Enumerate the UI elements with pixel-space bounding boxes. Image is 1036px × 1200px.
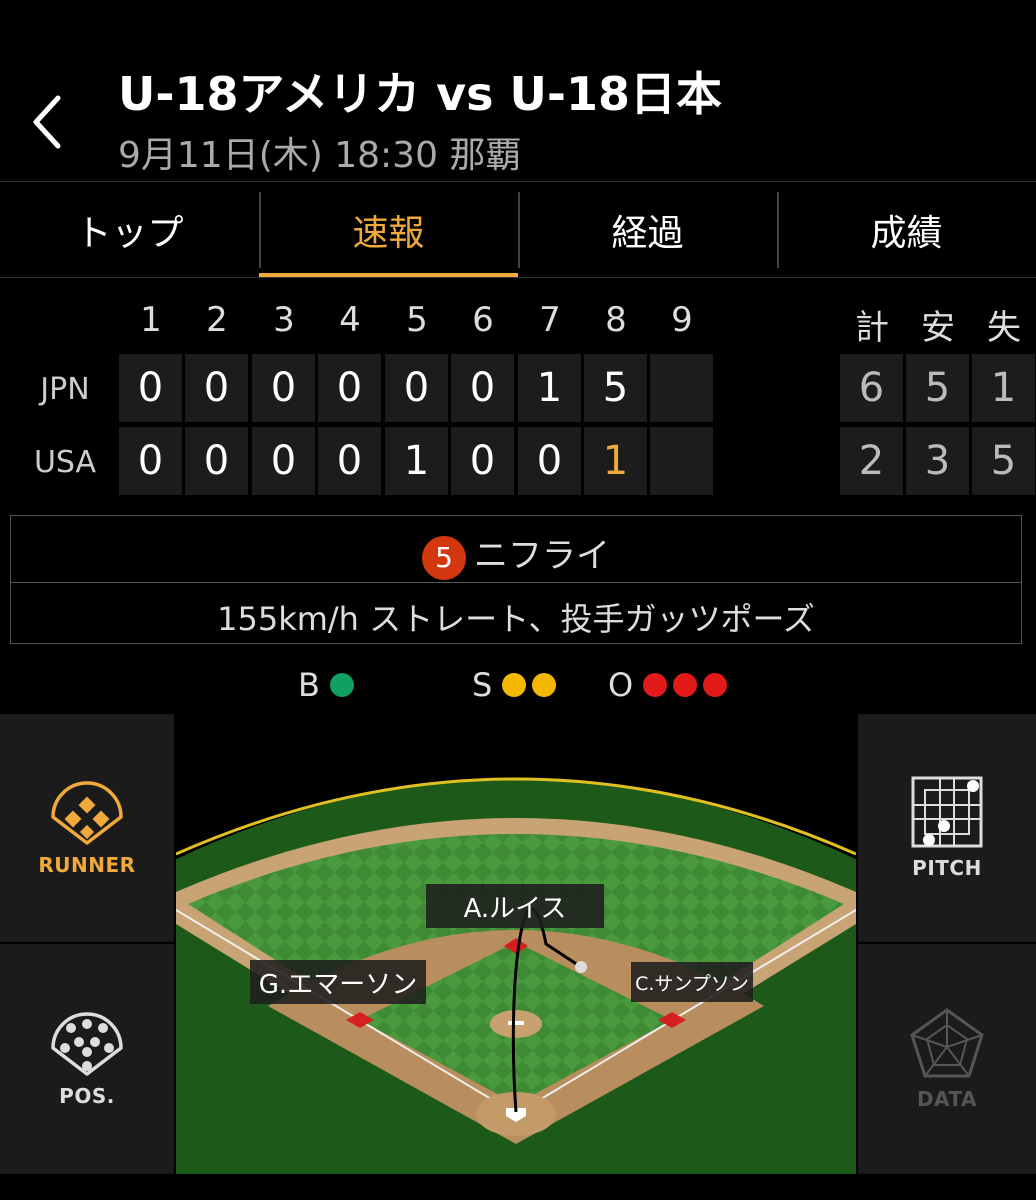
ball-count: B	[298, 666, 354, 704]
out-dot	[703, 673, 728, 697]
inning-score: 1	[518, 354, 581, 422]
player-label-right: C.サンプソン	[631, 962, 753, 1002]
inning-score: 0	[119, 354, 182, 422]
inning-score: 0	[451, 354, 514, 422]
inning-header: 4	[339, 300, 361, 340]
position-label: POS.	[59, 1084, 115, 1108]
tab-live[interactable]: 速報	[259, 182, 518, 278]
player-label-left: G.エマーソン	[250, 960, 426, 1004]
team-name-usa: USA	[33, 445, 97, 480]
position-button[interactable]: POS.	[0, 944, 174, 1174]
inning-header: 9	[671, 300, 693, 340]
tab-progress[interactable]: 経過	[518, 182, 777, 278]
inning-header: 3	[273, 300, 295, 340]
inning-score: 0	[252, 427, 315, 495]
tab-top[interactable]: トップ	[0, 182, 259, 278]
pitch-button[interactable]: PITCH	[858, 714, 1036, 942]
position-icon	[51, 1012, 123, 1076]
inning-score: 0	[185, 427, 248, 495]
out-count: O	[608, 666, 728, 704]
inning-header: 1	[140, 300, 162, 340]
data-button[interactable]: DATA	[858, 944, 1036, 1174]
inning-score: 5	[584, 354, 647, 422]
strike-dot	[532, 673, 557, 697]
errors-header: 失	[987, 308, 1021, 348]
inning-score: 0	[518, 427, 581, 495]
inning-score-live: 1	[584, 427, 647, 495]
pitch-label: PITCH	[912, 856, 982, 880]
pitch-grid-icon	[911, 776, 983, 848]
play-result-text: ニフライ	[474, 536, 610, 576]
game-datetime-venue: 9月11日(木) 18:30 那覇	[118, 135, 522, 176]
runs-total-header: 計	[855, 308, 889, 348]
play-result-box: 5 ニフライ 155km/h ストレート、投手ガッツポーズ	[10, 515, 1022, 644]
inning-score: 0	[119, 427, 182, 495]
hits-total: 5	[906, 354, 969, 422]
out-label: O	[608, 666, 634, 704]
tab-stats[interactable]: 成績	[777, 182, 1036, 278]
runner-diamond-icon	[51, 781, 123, 845]
inning-header: 5	[406, 300, 428, 340]
inning-score	[650, 354, 713, 422]
tab-bar: トップ 速報 経過 成績	[0, 182, 1036, 278]
data-label: DATA	[916, 1087, 978, 1111]
runner-button[interactable]: RUNNER	[0, 714, 174, 942]
inning-score: 0	[185, 354, 248, 422]
inning-header: 6	[472, 300, 494, 340]
batter-order-badge: 5	[422, 535, 466, 580]
errors-total: 5	[972, 427, 1035, 495]
inning-score: 0	[385, 354, 448, 422]
strike-dot	[502, 673, 527, 697]
header: U-18アメリカ vs U-18日本 9月11日(木) 18:30 那覇	[0, 0, 1036, 182]
inning-score: 0	[318, 354, 381, 422]
out-dot	[673, 673, 698, 697]
inning-score	[650, 427, 713, 495]
radar-chart-icon	[910, 1008, 984, 1078]
inning-score: 0	[451, 427, 514, 495]
inning-header: 2	[206, 300, 228, 340]
back-icon[interactable]	[28, 92, 68, 152]
play-result-title: 5 ニフライ	[11, 528, 1021, 580]
runs-total: 6	[840, 354, 903, 422]
field-diagram	[176, 777, 856, 1174]
strike-count: S	[472, 666, 557, 704]
play-description: 155km/h ストレート、投手ガッツポーズ	[217, 600, 815, 638]
runner-label: RUNNER	[38, 853, 136, 877]
inning-header: 7	[539, 300, 561, 340]
player-label-center: A.ルイス	[426, 884, 604, 928]
inning-score: 0	[318, 427, 381, 495]
runs-total: 2	[840, 427, 903, 495]
team-name-jpn: JPN	[40, 372, 90, 407]
inning-score: 1	[385, 427, 448, 495]
divider	[11, 582, 1021, 583]
hits-total: 3	[906, 427, 969, 495]
out-dot	[643, 673, 668, 697]
inning-header: 8	[605, 300, 627, 340]
hits-header: 安	[921, 308, 955, 348]
ball-dot	[329, 673, 354, 697]
baseball-field: A.ルイス G.エマーソン C.サンプソン	[176, 714, 856, 1174]
strike-label: S	[472, 666, 493, 704]
divider	[0, 277, 1036, 278]
page-title: U-18アメリカ vs U-18日本	[118, 67, 723, 121]
errors-total: 1	[972, 354, 1035, 422]
inning-score: 0	[252, 354, 315, 422]
ball-label: B	[298, 666, 320, 704]
